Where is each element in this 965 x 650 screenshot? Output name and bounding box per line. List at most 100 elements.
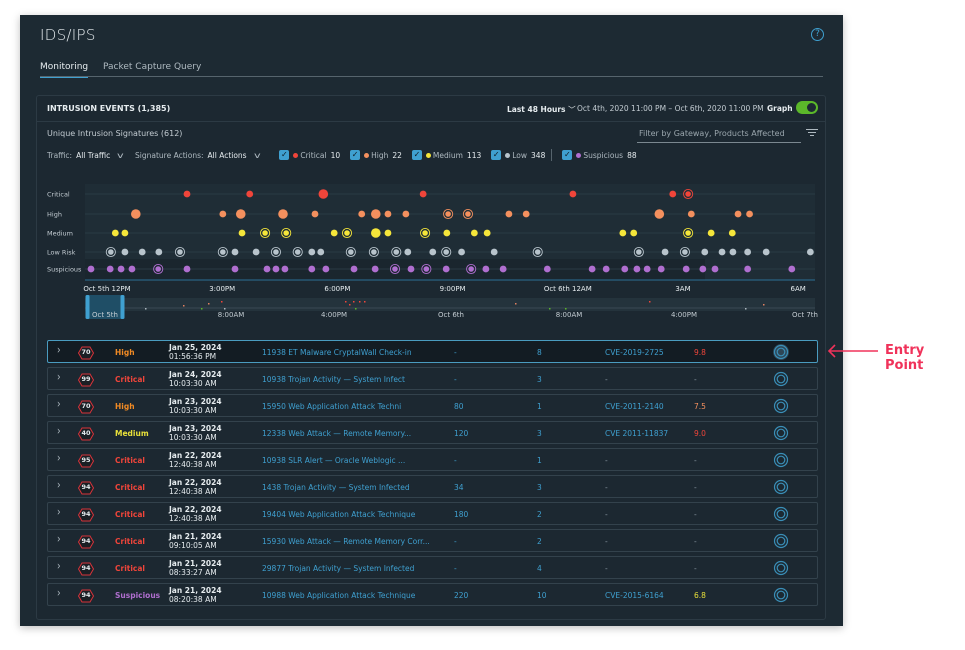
expand-chevron-icon[interactable]: › (57, 426, 61, 439)
cve-link[interactable]: CVE 2011-11837 (605, 429, 668, 438)
event-dot[interactable] (308, 248, 316, 256)
event-dot[interactable] (272, 265, 280, 273)
event-dot[interactable] (252, 248, 260, 256)
event-dot[interactable] (657, 265, 665, 273)
brush-handle[interactable] (120, 295, 125, 319)
details-link[interactable]: 15950 Web Application Attack Techni (262, 402, 401, 411)
event-dot[interactable] (734, 210, 742, 218)
event-dot[interactable] (602, 265, 610, 273)
event-dot[interactable] (231, 248, 239, 256)
table-row[interactable]: › 94 Critical Jan 22, 2024 12:40:38 AM 1438 T… (47, 475, 818, 498)
event-dot[interactable] (177, 249, 183, 255)
event-dot[interactable] (429, 248, 437, 256)
event-dot[interactable] (685, 230, 691, 236)
event-dot[interactable] (311, 210, 319, 218)
event-dot[interactable] (117, 265, 125, 273)
workloads-count[interactable]: 8 (537, 348, 542, 357)
event-dot[interactable] (131, 209, 141, 219)
details-link[interactable]: 15930 Web Attack — Remote Memory Corr... (262, 537, 430, 546)
event-dot[interactable] (654, 209, 665, 219)
event-dot[interactable] (294, 249, 301, 255)
event-dot[interactable] (183, 190, 191, 198)
event-dot[interactable] (701, 248, 709, 256)
event-dot[interactable] (262, 230, 268, 236)
copilot-icon[interactable] (773, 533, 789, 549)
event-dot[interactable] (111, 229, 119, 237)
event-dot[interactable] (588, 265, 596, 273)
table-row[interactable]: › 94 Critical Jan 21, 2024 09:10:05 AM 15930 … (47, 529, 818, 552)
event-dot[interactable] (183, 265, 191, 273)
expand-chevron-icon[interactable]: › (57, 372, 61, 385)
event-dot[interactable] (273, 249, 279, 255)
event-dot[interactable] (220, 249, 226, 255)
event-dot[interactable] (404, 248, 412, 256)
event-dot[interactable] (669, 190, 677, 198)
filter-input[interactable] (637, 125, 801, 143)
chevron-down-icon[interactable]: v (117, 151, 124, 160)
event-dot[interactable] (569, 190, 577, 198)
event-dot[interactable] (344, 230, 350, 236)
event-dot[interactable] (442, 265, 450, 273)
chevron-down-icon[interactable]: v (254, 151, 261, 160)
event-dot[interactable] (371, 228, 381, 238)
table-row[interactable]: › 94 Critical Jan 21, 2024 08:33:27 AM 29877 … (47, 556, 818, 579)
workloads-count[interactable]: 2 (537, 537, 542, 546)
event-dot[interactable] (384, 229, 392, 237)
table-row[interactable]: › 99 Critical Jan 24, 2024 10:03:30 AM 10938 … (47, 367, 818, 390)
workloads-count[interactable]: 10 (537, 591, 547, 600)
event-dot[interactable] (762, 248, 770, 256)
event-dot[interactable] (138, 248, 146, 256)
expand-chevron-icon[interactable]: › (57, 507, 61, 520)
expand-chevron-icon[interactable]: › (57, 588, 61, 601)
event-dot[interactable] (482, 265, 490, 273)
copilot-icon[interactable] (773, 479, 789, 495)
event-dot[interactable] (392, 266, 398, 272)
event-dot[interactable] (350, 265, 358, 273)
event-dot[interactable] (393, 249, 400, 255)
details-link[interactable]: 10988 Web Application Attack Technique (262, 591, 415, 600)
event-dot[interactable] (619, 229, 627, 237)
question-circle-icon[interactable]: ? (811, 28, 824, 41)
details-link[interactable]: 10938 SLR Alert — Oracle Weblogic ... (262, 456, 405, 465)
event-dot[interactable] (643, 265, 651, 273)
event-dot[interactable] (505, 210, 513, 218)
copilot-icon[interactable] (773, 560, 789, 576)
event-dot[interactable] (788, 265, 796, 273)
event-dot[interactable] (699, 265, 707, 273)
expand-chevron-icon[interactable]: › (57, 399, 61, 412)
expand-chevron-icon[interactable]: › (57, 534, 61, 547)
event-dot[interactable] (317, 248, 325, 256)
table-row[interactable]: › 94 Suspicious Jan 21, 2024 08:20:38 AM 1098… (47, 583, 818, 606)
expand-chevron-icon[interactable]: › (57, 480, 61, 493)
graph-toggle[interactable] (796, 101, 818, 114)
event-dot[interactable] (121, 248, 129, 256)
event-dot[interactable] (443, 249, 450, 255)
event-dot[interactable] (371, 265, 379, 273)
details-link[interactable]: 19404 Web Application Attack Technique (262, 510, 415, 519)
details-link[interactable]: 10938 Trojan Activity — System Infect (262, 375, 405, 384)
copilot-icon[interactable] (773, 587, 789, 603)
event-dot[interactable] (87, 265, 95, 273)
expand-chevron-icon[interactable]: › (57, 345, 61, 358)
details-link[interactable]: 11938 ET Malware CryptalWall Check-in (262, 348, 412, 357)
event-dot[interactable] (682, 265, 690, 273)
event-dot[interactable] (522, 210, 530, 218)
event-dot[interactable] (278, 209, 288, 219)
tab-packet-capture-query[interactable]: Packet Capture Query (103, 62, 201, 72)
filter-icon[interactable] (806, 129, 818, 138)
cve-link[interactable]: CVE-2015-6164 (605, 591, 664, 600)
time-range-dropdown[interactable]: Last 48 Hours ﹀ (507, 104, 576, 115)
cve-link[interactable]: CVE-2011-2140 (605, 402, 664, 411)
event-dot[interactable] (402, 210, 410, 218)
event-dot[interactable] (283, 230, 289, 236)
workloads-count[interactable]: 1 (537, 456, 542, 465)
table-row[interactable]: › 95 Critical Jan 22, 2024 12:40:38 AM 10938 … (47, 448, 818, 471)
event-dot[interactable] (685, 191, 691, 197)
event-dot[interactable] (281, 265, 289, 273)
workloads-count[interactable]: 3 (537, 483, 542, 492)
event-dot[interactable] (121, 229, 129, 237)
event-dot[interactable] (543, 265, 551, 273)
event-dot[interactable] (445, 211, 451, 217)
details-link[interactable]: 29877 Trojan Activity — System Infected (262, 564, 414, 573)
cve-link[interactable]: CVE-2019-2725 (605, 348, 664, 357)
